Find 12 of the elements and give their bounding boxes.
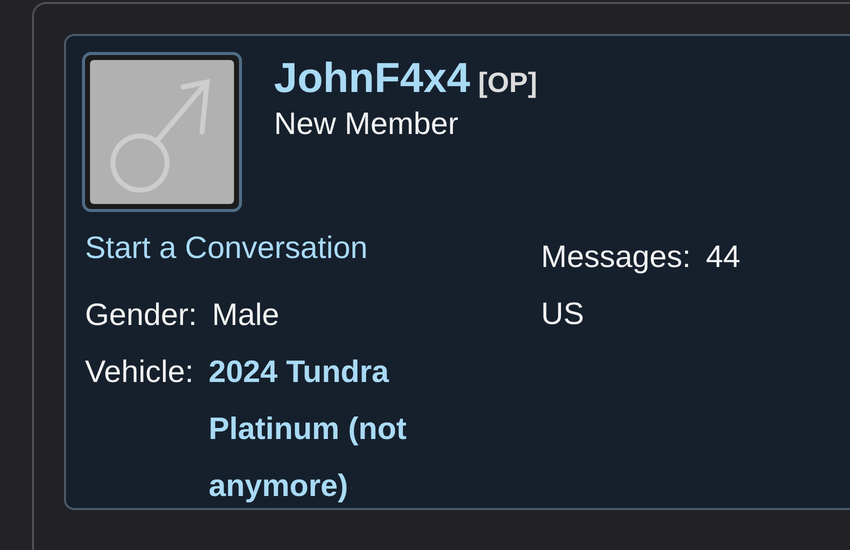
location-text: US (541, 295, 584, 333)
male-symbol-icon (110, 78, 210, 192)
field-value: Male (212, 296, 280, 334)
stat-value: 44 (706, 238, 740, 276)
vehicle-link[interactable]: 2024 Tundra Platinum (not anymore) (208, 343, 454, 514)
field-label: Vehicle: (85, 353, 194, 391)
user-title: New Member (274, 106, 458, 142)
username-link[interactable]: JohnF4x4 (274, 54, 470, 101)
start-conversation-link[interactable]: Start a Conversation (85, 230, 368, 265)
stat-label: Messages: (541, 238, 691, 276)
field-label: Gender: (85, 296, 198, 334)
op-tag: [OP] (478, 67, 538, 98)
